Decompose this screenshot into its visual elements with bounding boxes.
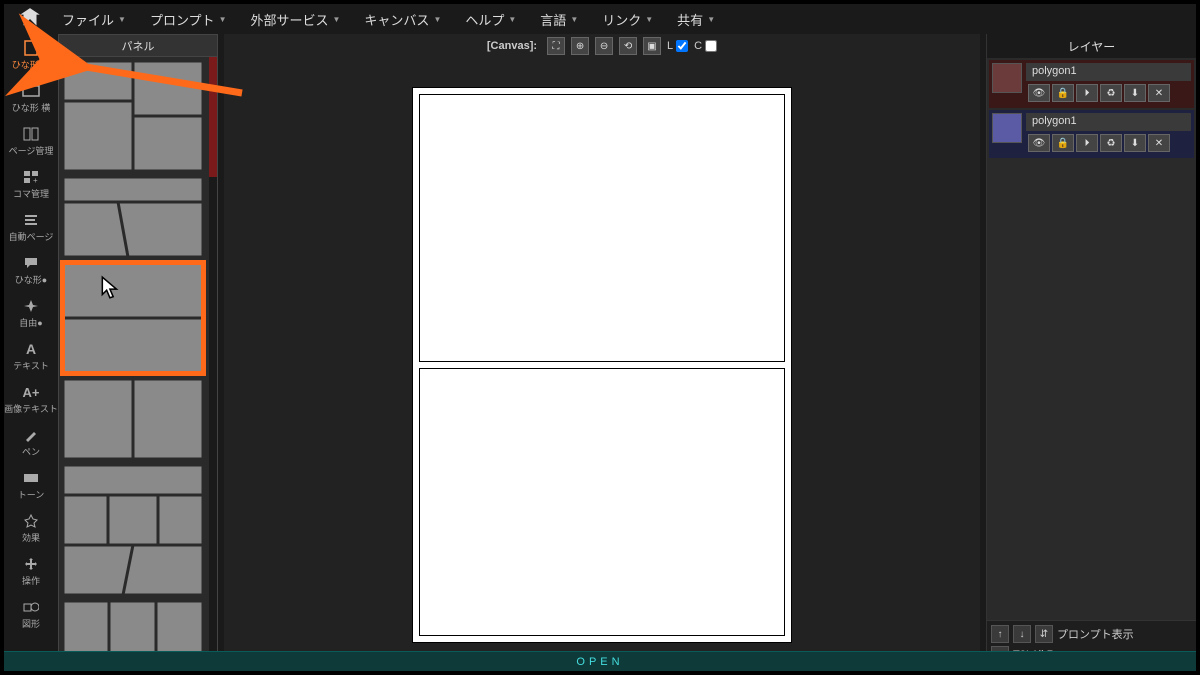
pages-icon xyxy=(21,126,41,142)
sparkle-icon xyxy=(21,298,41,314)
layer-name[interactable]: polygon1 xyxy=(1026,63,1191,81)
tool-operate[interactable]: 操作 xyxy=(7,552,55,589)
pen-icon xyxy=(21,427,41,443)
menu-external-service[interactable]: 外部サービス▼ xyxy=(238,4,352,35)
menu-help[interactable]: ヘルプ▼ xyxy=(453,4,528,35)
bottom-open-bar[interactable]: OPEN xyxy=(4,651,1196,671)
layer-collapse-button[interactable]: ⇵ xyxy=(1035,625,1053,643)
layer-lock-button[interactable]: 🔒 xyxy=(1052,84,1074,102)
menu-language[interactable]: 言語▼ xyxy=(528,4,590,35)
tone-icon xyxy=(21,470,41,486)
canvas-zoom-in-button[interactable]: ⊕ xyxy=(571,37,589,55)
menu-canvas[interactable]: キャンバス▼ xyxy=(352,4,453,35)
canvas-toolbar: [Canvas]: ⛶ ⊕ ⊖ ⟲ ▣ L C xyxy=(224,34,980,58)
panel-templates-sidebar: パネル xyxy=(58,34,218,671)
menu-prompt[interactable]: プロンプト▼ xyxy=(138,4,239,35)
tool-pen[interactable]: ペン xyxy=(7,423,55,460)
layer-visibility-button[interactable]: 👁 xyxy=(1028,84,1050,102)
layer-delete-button[interactable]: ✕ xyxy=(1148,84,1170,102)
text-a-plus-icon: A+ xyxy=(21,384,41,400)
layers-sidebar: レイヤー polygon1 👁 🔒 ⏵ ♻ ⬇ xyxy=(986,34,1196,671)
panel-template-4[interactable] xyxy=(63,379,203,459)
tool-page-management[interactable]: ページ管理 xyxy=(7,122,55,159)
canvas-crop-button[interactable]: ▣ xyxy=(643,37,661,55)
tool-tone[interactable]: トーン xyxy=(7,466,55,503)
layer-visibility-button[interactable]: 👁 xyxy=(1028,134,1050,152)
layers-header: レイヤー xyxy=(987,34,1196,58)
menu-bar: ファイル▼ プロンプト▼ 外部サービス▼ キャンバス▼ ヘルプ▼ 言語▼ リンク… xyxy=(4,4,1196,34)
layer-recycle-button[interactable]: ♻ xyxy=(1100,134,1122,152)
layer-move-up-button[interactable]: ↑ xyxy=(991,625,1009,643)
tool-free-dot[interactable]: 自由● xyxy=(7,294,55,331)
canvas-page[interactable] xyxy=(412,87,792,643)
layer-recycle-button[interactable]: ♻ xyxy=(1100,84,1122,102)
effect-icon xyxy=(21,513,41,529)
layer-download-button[interactable]: ⬇ xyxy=(1124,84,1146,102)
layer-name[interactable]: polygon1 xyxy=(1026,113,1191,131)
shapes-icon xyxy=(21,599,41,615)
prompt-display-label: プロンプト表示 xyxy=(1057,626,1134,642)
panel-template-3[interactable] xyxy=(63,263,203,373)
panel-scrollbar[interactable] xyxy=(209,57,217,670)
layer-swatch xyxy=(992,113,1022,143)
canvas-c-checkbox[interactable]: C xyxy=(694,40,717,52)
grid-plus-icon: + xyxy=(21,169,41,185)
text-a-icon: A xyxy=(21,341,41,357)
tool-template-dot[interactable]: ひな形● xyxy=(7,251,55,288)
tool-shape[interactable]: 図形 xyxy=(7,595,55,632)
layer-move-down-button[interactable]: ↓ xyxy=(1013,625,1031,643)
tool-template-horizontal[interactable]: ひな形 横 xyxy=(7,79,55,116)
panel-template-1[interactable] xyxy=(63,61,203,171)
tool-frame-management[interactable]: + コマ管理 xyxy=(7,165,55,202)
canvas-l-checkbox[interactable]: L xyxy=(667,40,688,52)
page-panel-top[interactable] xyxy=(419,94,785,362)
layer-item-1[interactable]: polygon1 👁 🔒 ⏵ ♻ ⬇ ✕ xyxy=(989,110,1194,158)
layer-item-0[interactable]: polygon1 👁 🔒 ⏵ ♻ ⬇ ✕ xyxy=(989,60,1194,108)
canvas-label: [Canvas]: xyxy=(487,40,537,52)
panel-sidebar-header: パネル xyxy=(59,35,217,57)
tool-strip: ひな形 縦 ひな形 横 ページ管理 + コマ管理 自動ページ ひな形● xyxy=(4,34,58,671)
page-panel-bottom[interactable] xyxy=(419,368,785,636)
canvas-zoom-out-button[interactable]: ⊖ xyxy=(595,37,613,55)
menu-share[interactable]: 共有▼ xyxy=(665,4,727,35)
layer-run-button[interactable]: ⏵ xyxy=(1076,134,1098,152)
layer-lock-button[interactable]: 🔒 xyxy=(1052,134,1074,152)
layer-download-button[interactable]: ⬇ xyxy=(1124,134,1146,152)
canvas-stage[interactable] xyxy=(224,58,980,671)
tool-effect[interactable]: 効果 xyxy=(7,509,55,546)
canvas-fit-button[interactable]: ⛶ xyxy=(547,37,565,55)
canvas-area: [Canvas]: ⛶ ⊕ ⊖ ⟲ ▣ L C xyxy=(224,34,980,671)
portrait-rect-icon xyxy=(21,40,41,56)
app-logo[interactable] xyxy=(10,4,50,34)
panel-template-2[interactable] xyxy=(63,177,203,257)
layer-delete-button[interactable]: ✕ xyxy=(1148,134,1170,152)
menu-file[interactable]: ファイル▼ xyxy=(50,4,138,35)
tool-template-vertical[interactable]: ひな形 縦 xyxy=(7,36,55,73)
tool-text[interactable]: A テキスト xyxy=(7,337,55,374)
svg-text:+: + xyxy=(33,176,38,184)
tool-auto-page[interactable]: 自動ページ xyxy=(7,208,55,245)
move-icon xyxy=(21,556,41,572)
lines-icon xyxy=(21,212,41,228)
menu-link[interactable]: リンク▼ xyxy=(590,4,665,35)
speech-filled-icon xyxy=(21,255,41,271)
landscape-rect-icon xyxy=(21,83,41,99)
panel-template-5[interactable] xyxy=(63,465,203,595)
tool-image-text[interactable]: A+ 画像テキスト xyxy=(7,380,55,417)
layer-run-button[interactable]: ⏵ xyxy=(1076,84,1098,102)
layer-swatch xyxy=(992,63,1022,93)
canvas-reset-button[interactable]: ⟲ xyxy=(619,37,637,55)
